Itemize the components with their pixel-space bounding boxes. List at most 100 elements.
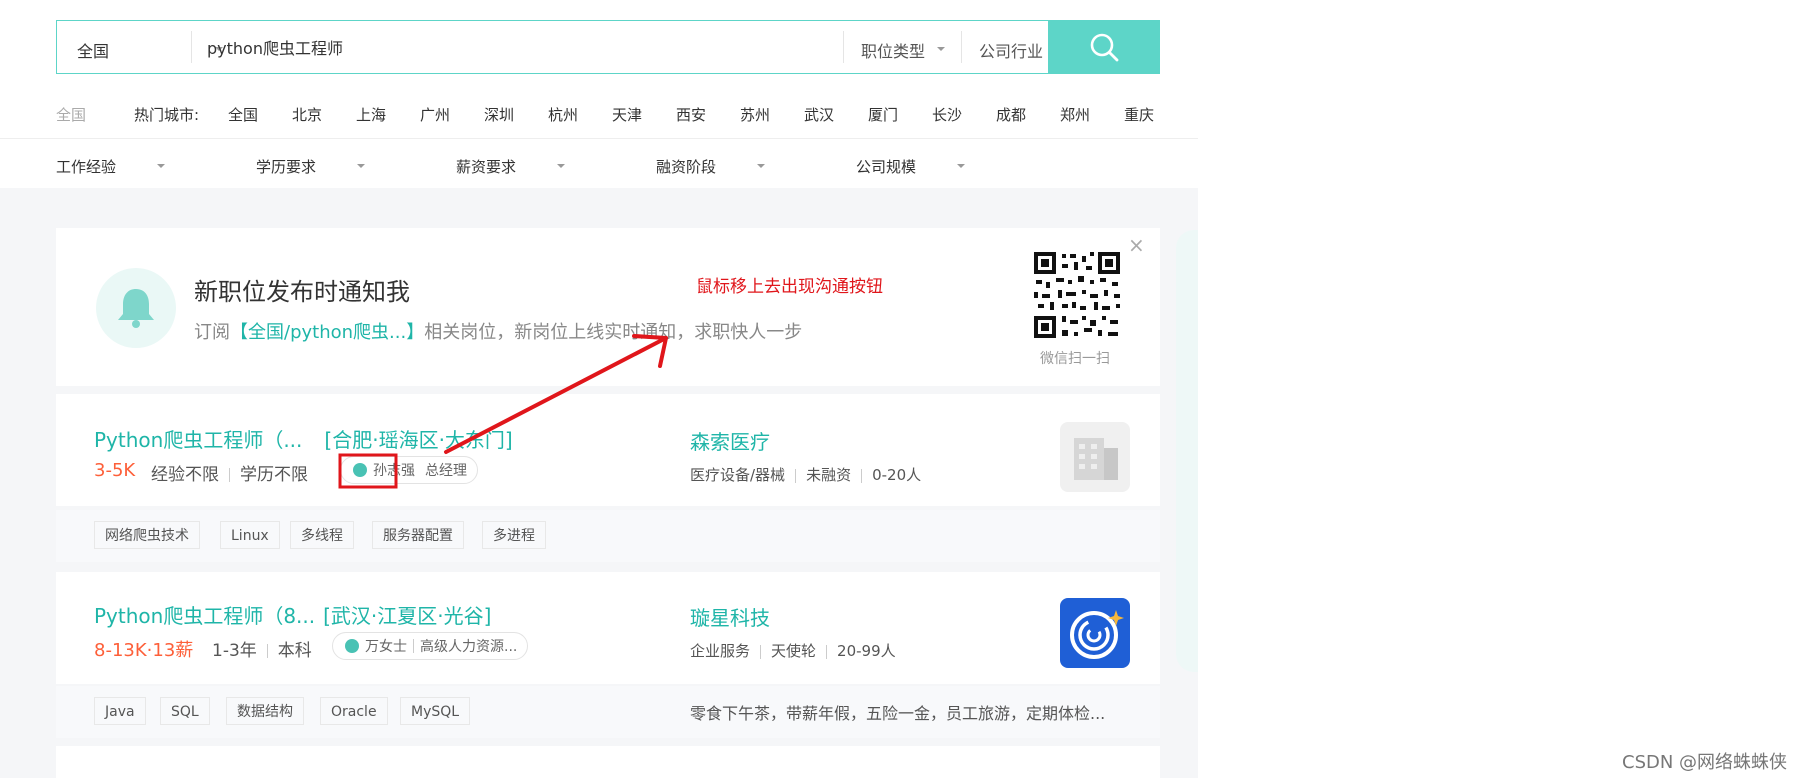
city-link[interactable]: 重庆 [1124, 104, 1154, 125]
company-name[interactable]: 璇星科技 [690, 602, 770, 631]
company-name[interactable]: 森索医疗 [690, 426, 770, 455]
job-location: [武汉·江夏区·光谷] [323, 604, 492, 628]
job-title-text: Python爬虫工程师（... [94, 428, 303, 452]
notify-title: 新职位发布时通知我 [194, 278, 410, 306]
search-bar: 全国 职位类型 公司行业 [56, 20, 1160, 74]
city-link[interactable]: 上海 [356, 104, 386, 125]
filter-funding[interactable]: 融资阶段 [656, 156, 716, 177]
building-icon [1074, 438, 1118, 480]
job-type-label: 职位类型 [861, 42, 926, 61]
city-link[interactable]: 武汉 [804, 104, 834, 125]
filter-label: 融资阶段 [656, 158, 717, 176]
city-link[interactable]: 西安 [676, 104, 706, 125]
divider [843, 31, 844, 63]
divider [961, 31, 962, 63]
filter-education[interactable]: 学历要求 [256, 156, 316, 177]
filter-experience[interactable]: 工作经验 [56, 156, 116, 177]
recruiter-badge[interactable]: 孙志强 总经理 [340, 456, 478, 484]
chevron-down-icon [557, 164, 565, 168]
city-select-value: 全国 [77, 42, 110, 61]
job-title-text: Python爬虫工程师（8... [94, 604, 316, 628]
city-link[interactable]: 郑州 [1060, 104, 1090, 125]
chevron-down-icon [957, 164, 965, 168]
job-tag: MySQL [400, 697, 471, 725]
city-link[interactable]: 杭州 [548, 104, 578, 125]
job-tag: SQL [160, 697, 210, 725]
recruiter-title: 高级人力资源... [420, 639, 518, 655]
city-select[interactable]: 全国 [77, 38, 109, 62]
notify-subtitle: 订阅【全国/python爬虫...】相关岗位，新岗位上线实时通知，求职快人一步 [194, 318, 802, 344]
search-icon [1090, 33, 1119, 62]
company-logo[interactable] [1060, 422, 1130, 492]
watermark: CSDN @网络蛛蛛侠 [1622, 752, 1788, 773]
separator [413, 639, 414, 653]
city-link[interactable]: 全国 [228, 104, 258, 125]
job-tag: Linux [220, 521, 280, 549]
chevron-down-icon [157, 164, 165, 168]
qr-code-icon [1032, 250, 1122, 340]
job-requirements: 经验不限 学历不限 [151, 460, 308, 485]
annotation-note: 鼠标移上去出现沟通按钮 [696, 277, 883, 297]
qr-label: 微信扫一扫 [1040, 351, 1110, 367]
hot-city-label: 热门城市: [134, 106, 200, 124]
filter-label: 工作经验 [56, 158, 117, 176]
chat-icon [353, 463, 367, 477]
job-tag: 数据结构 [226, 697, 304, 725]
separator [826, 644, 828, 659]
separator [795, 468, 797, 483]
job-education: 本科 [277, 641, 312, 661]
bell-icon [96, 268, 176, 348]
company-industry: 医疗设备/器械 [690, 466, 786, 484]
job-tag: 多线程 [290, 521, 354, 549]
city-link[interactable]: 长沙 [932, 104, 962, 125]
search-button[interactable] [1048, 20, 1160, 74]
company-industry: 企业服务 [690, 642, 751, 660]
recruiter-badge[interactable]: 万女士 高级人力资源... [332, 632, 529, 660]
spiral-logo-icon [1070, 610, 1124, 659]
company-meta: 医疗设备/器械 未融资 0-20人 [690, 464, 921, 485]
search-input[interactable] [191, 21, 841, 73]
job-title[interactable]: Python爬虫工程师（... [合肥·瑶海区·大东门] [94, 424, 513, 453]
job-tag: Oracle [320, 697, 388, 725]
company-funding: 未融资 [806, 466, 852, 484]
city-link[interactable]: 厦门 [868, 104, 898, 125]
notify-sub-prefix: 订阅 [194, 322, 230, 343]
job-education: 学历不限 [240, 465, 308, 485]
job-card[interactable] [56, 746, 1160, 778]
current-city: 全国 [56, 106, 87, 124]
city-link[interactable]: 苏州 [740, 104, 770, 125]
filter-salary[interactable]: 薪资要求 [456, 156, 516, 177]
city-link[interactable]: 广州 [420, 104, 450, 125]
recruiter-title: 总经理 [425, 463, 467, 479]
notify-card [56, 228, 1160, 386]
company-meta: 企业服务 天使轮 20-99人 [690, 640, 896, 661]
filter-label: 薪资要求 [456, 158, 517, 176]
job-requirements: 1-3年 本科 [212, 636, 312, 661]
notify-sub-link[interactable]: 【全国/python爬虫...】 [230, 322, 424, 343]
city-link[interactable]: 北京 [292, 104, 322, 125]
chevron-down-icon [757, 164, 765, 168]
job-type-select[interactable]: 职位类型 [861, 38, 925, 62]
company-logo[interactable] [1060, 598, 1130, 668]
job-location: [合肥·瑶海区·大东门] [324, 428, 513, 452]
job-title[interactable]: Python爬虫工程师（8... [武汉·江夏区·光谷] [94, 600, 491, 629]
chat-icon [345, 639, 359, 653]
side-panel [1176, 230, 1198, 672]
job-tag: 多进程 [482, 521, 546, 549]
company-size: 20-99人 [837, 642, 896, 660]
city-link[interactable]: 深圳 [484, 104, 514, 125]
city-link[interactable]: 成都 [996, 104, 1026, 125]
industry-select[interactable]: 公司行业 [979, 38, 1043, 62]
close-icon[interactable]: × [1128, 233, 1145, 257]
job-experience: 1-3年 [212, 641, 257, 661]
filter-company-size[interactable]: 公司规模 [856, 156, 916, 177]
company-funding: 天使轮 [771, 642, 817, 660]
chevron-down-icon [357, 164, 365, 168]
filter-label: 公司规模 [856, 158, 917, 176]
job-salary: 3-5K [94, 460, 136, 481]
job-tag: 网络爬虫技术 [94, 521, 200, 549]
notify-sub-suffix: 相关岗位，新岗位上线实时通知，求职快人一步 [424, 322, 803, 343]
separator [266, 644, 268, 658]
company-size: 0-20人 [872, 466, 922, 484]
city-link[interactable]: 天津 [612, 104, 642, 125]
